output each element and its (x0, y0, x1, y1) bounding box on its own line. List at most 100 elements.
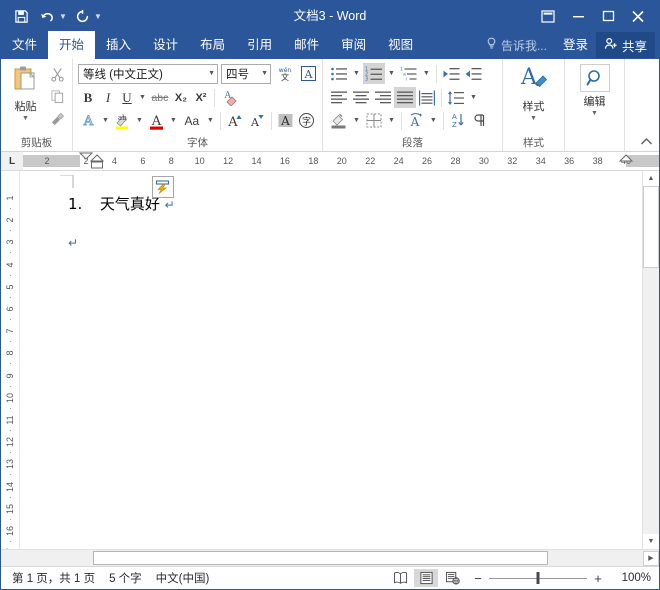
clear-formatting-button[interactable]: A (218, 87, 240, 108)
font-size-combo[interactable]: 四号 ▼ (221, 63, 271, 84)
font-color-button[interactable]: A (146, 110, 167, 131)
ribbon-options-icon[interactable] (533, 3, 563, 29)
grow-font-button[interactable]: A (224, 110, 246, 131)
bullets-dropdown-icon[interactable]: ▼ (350, 70, 363, 77)
autocorrect-options-icon[interactable] (152, 176, 174, 198)
ruler-track[interactable]: 2 2 4 6 8 10 12 14 16 18 20 22 24 26 28 30 32 34 36 38 40 (23, 152, 659, 170)
italic-button[interactable]: I (98, 87, 118, 108)
bold-button[interactable]: B (78, 87, 98, 108)
tab-insert[interactable]: 插入 (95, 31, 142, 59)
shading-dropdown-icon[interactable]: ▼ (350, 117, 363, 124)
strikethrough-button[interactable]: abc (149, 87, 171, 108)
sign-in-button[interactable]: 登录 (555, 31, 596, 59)
tab-view[interactable]: 视图 (377, 31, 424, 59)
font-name-dropdown-icon[interactable]: ▼ (205, 70, 215, 77)
increase-indent-button[interactable] (462, 63, 484, 84)
tab-file[interactable]: 文件 (1, 31, 48, 59)
distributed-button[interactable] (416, 87, 438, 108)
font-name-combo[interactable]: 等线 (中文正文) ▼ (78, 63, 218, 84)
bullets-button[interactable] (328, 63, 350, 84)
text-effects-button[interactable]: A (78, 110, 99, 131)
undo-dropdown-icon[interactable]: ▼ (58, 12, 68, 21)
vertical-scroll-thumb[interactable] (643, 186, 659, 268)
styles-dropdown-icon[interactable]: ▼ (530, 115, 537, 122)
tab-stop-selector[interactable]: L (1, 152, 23, 170)
read-mode-button[interactable] (388, 569, 412, 587)
editing-dropdown-icon[interactable]: ▼ (591, 110, 598, 117)
shading-button[interactable] (328, 110, 350, 131)
tell-me-box[interactable]: 告诉我... (478, 31, 555, 59)
paste-dropdown-icon[interactable]: ▼ (22, 115, 29, 122)
close-icon[interactable] (623, 3, 653, 29)
show-formatting-marks-button[interactable] (469, 110, 491, 131)
redo-icon[interactable] (70, 5, 94, 27)
highlight-dropdown-icon[interactable]: ▼ (133, 117, 146, 124)
character-shading-button[interactable]: A (275, 110, 296, 131)
maximize-icon[interactable] (593, 3, 623, 29)
highlight-button[interactable]: ab (112, 110, 133, 131)
editing-button[interactable]: 编辑 ▼ (571, 62, 619, 117)
numbering-button[interactable]: 123 (362, 63, 385, 84)
horizontal-scrollbar[interactable]: ▶ (1, 549, 659, 566)
change-case-dropdown-icon[interactable]: ▼ (204, 117, 217, 124)
decrease-indent-button[interactable] (440, 63, 462, 84)
language-indicator[interactable]: 中文(中国) (149, 570, 217, 586)
align-left-button[interactable] (328, 87, 350, 108)
justify-button[interactable] (394, 87, 416, 108)
tab-home[interactable]: 开始 (48, 31, 96, 59)
zoom-out-button[interactable]: − (472, 571, 484, 586)
vertical-scrollbar[interactable]: ▲ ▼ (642, 171, 659, 549)
web-layout-button[interactable] (440, 569, 464, 587)
word-count[interactable]: 5 个字 (102, 570, 149, 586)
multilevel-dropdown-icon[interactable]: ▼ (420, 70, 433, 77)
zoom-in-button[interactable]: + (592, 571, 604, 586)
asian-layout-dropdown-icon[interactable]: ▼ (427, 117, 440, 124)
borders-dropdown-icon[interactable]: ▼ (385, 117, 398, 124)
scroll-up-arrow[interactable]: ▲ (643, 171, 659, 186)
enclose-characters-button[interactable]: 字 (296, 110, 317, 131)
underline-dropdown-icon[interactable]: ▼ (136, 94, 149, 101)
tab-review[interactable]: 审阅 (330, 31, 377, 59)
copy-button[interactable] (46, 86, 68, 107)
subscript-button[interactable]: X₂ (171, 87, 191, 108)
text-effects-dropdown-icon[interactable]: ▼ (99, 117, 112, 124)
underline-button[interactable]: U (118, 87, 136, 108)
paste-button[interactable]: 粘贴 ▼ (5, 62, 46, 122)
styles-button[interactable]: A 样式 ▼ (510, 62, 558, 122)
empty-paragraph[interactable]: ↵ (68, 233, 78, 251)
multilevel-list-button[interactable]: 1ai (398, 63, 420, 84)
asian-layout-button[interactable]: A (405, 110, 427, 131)
zoom-slider[interactable] (489, 570, 587, 586)
vertical-scroll-track[interactable] (643, 268, 659, 534)
line-spacing-button[interactable] (445, 87, 467, 108)
align-right-button[interactable] (372, 87, 394, 108)
font-color-dropdown-icon[interactable]: ▼ (167, 117, 180, 124)
numbering-dropdown-icon[interactable]: ▼ (385, 70, 398, 77)
horizontal-ruler[interactable]: L 2 2 4 6 8 10 12 14 16 18 20 22 24 26 28 30 32 34 36 38 40 (1, 152, 659, 171)
tab-design[interactable]: 设计 (142, 31, 189, 59)
align-center-button[interactable] (350, 87, 372, 108)
collapse-ribbon-button[interactable] (640, 137, 653, 149)
document-canvas[interactable]: 1. 天气真好 ↵ ↵ (20, 171, 642, 549)
minimize-icon[interactable] (563, 3, 593, 29)
zoom-slider-thumb[interactable] (536, 572, 540, 584)
horizontal-scroll-thumb[interactable] (93, 551, 548, 565)
print-layout-button[interactable] (414, 569, 438, 587)
undo-icon[interactable] (35, 5, 59, 27)
save-icon[interactable] (9, 5, 33, 27)
page[interactable]: 1. 天气真好 ↵ ↵ (20, 171, 642, 549)
change-case-button[interactable]: Aa (180, 110, 204, 131)
phonetic-guide-button[interactable]: wén 文 (274, 63, 295, 84)
superscript-button[interactable]: X² (191, 87, 211, 108)
borders-button[interactable] (363, 110, 385, 131)
tab-mailings[interactable]: 邮件 (283, 31, 330, 59)
chevron-down-icon[interactable]: ▼ (93, 12, 103, 21)
shrink-font-button[interactable]: A (246, 110, 268, 131)
share-button[interactable]: 共享 (595, 32, 655, 58)
page-count[interactable]: 第 1 页，共 1 页 (5, 570, 102, 586)
line-spacing-dropdown-icon[interactable]: ▼ (467, 94, 480, 101)
cut-button[interactable] (46, 64, 68, 85)
format-painter-button[interactable] (46, 108, 68, 129)
scroll-down-arrow[interactable]: ▼ (643, 534, 659, 549)
font-size-dropdown-icon[interactable]: ▼ (258, 70, 268, 77)
